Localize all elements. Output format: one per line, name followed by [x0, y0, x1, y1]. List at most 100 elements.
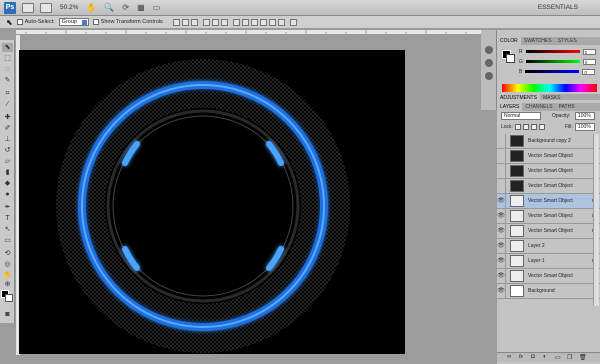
layer-row[interactable]: 👁 Background — [497, 283, 600, 299]
move-tool-icon[interactable]: ⬉ — [2, 43, 13, 52]
align-top-icon[interactable] — [172, 18, 180, 26]
hand-tool-icon[interactable]: ✋ — [86, 3, 96, 12]
quick-mask-icon[interactable]: ◙ — [2, 310, 13, 319]
move-tool-preset-icon[interactable]: ⬉ — [6, 18, 13, 27]
brush-presets-icon[interactable] — [485, 46, 493, 54]
rotate-view-icon[interactable]: ⟳ — [122, 3, 129, 12]
lasso-tool-icon[interactable]: ◌ — [2, 65, 13, 74]
marquee-tool-icon[interactable]: ⬚ — [2, 54, 13, 63]
distribute-vcenter-icon[interactable] — [241, 18, 249, 26]
view-extras-icon[interactable] — [40, 2, 52, 13]
hand-tool-icon[interactable]: ✋ — [2, 271, 13, 280]
brush-tool-icon[interactable]: ✐ — [2, 124, 13, 133]
green-slider[interactable] — [525, 60, 580, 63]
visibility-eye-icon[interactable]: 👁 — [497, 208, 506, 224]
zoom-tool-icon[interactable]: 🔍 — [104, 3, 114, 12]
opacity-field[interactable]: 100% — [575, 112, 595, 120]
tab-swatches[interactable]: SWATCHES — [521, 37, 555, 45]
crop-tool-icon[interactable]: ⌗ — [2, 89, 13, 98]
layer-row[interactable]: 👁Vector Smart Objectfx — [497, 193, 600, 209]
info-icon[interactable] — [485, 72, 493, 80]
visibility-toggle[interactable] — [497, 133, 506, 149]
screen-mode-icon[interactable]: ▭ — [153, 3, 161, 12]
visibility-eye-icon[interactable]: 👁 — [497, 238, 506, 254]
add-style-icon[interactable]: fx — [519, 354, 523, 360]
3d-rotate-icon[interactable]: ⟲ — [2, 249, 13, 258]
shape-tool-icon[interactable]: ▭ — [2, 236, 13, 245]
layer-row[interactable]: Vector Smart Object — [497, 163, 600, 179]
tab-paths[interactable]: PATHS — [556, 103, 578, 111]
align-vcenter-icon[interactable] — [181, 18, 189, 26]
show-transform-checkbox[interactable] — [92, 19, 99, 25]
blue-value-field[interactable]: 0 — [582, 68, 596, 75]
bridge-icon[interactable] — [22, 2, 34, 13]
lock-all-icon[interactable] — [539, 124, 545, 130]
auto-align-icon[interactable] — [289, 18, 297, 26]
layer-row[interactable]: 👁 Layer 2 — [497, 238, 600, 254]
distribute-top-icon[interactable] — [232, 18, 240, 26]
visibility-toggle[interactable] — [497, 148, 506, 164]
align-bottom-icon[interactable] — [190, 18, 198, 26]
color-panel-background[interactable] — [506, 54, 515, 63]
align-right-icon[interactable] — [220, 18, 228, 26]
new-group-icon[interactable]: ▭ — [555, 354, 561, 361]
tab-channels[interactable]: CHANNELS — [522, 103, 555, 111]
quick-select-tool-icon[interactable]: ✎ — [2, 76, 13, 85]
align-hcenter-icon[interactable] — [211, 18, 219, 26]
visibility-eye-icon[interactable]: 👁 — [497, 268, 506, 284]
align-left-icon[interactable] — [202, 18, 210, 26]
lock-position-icon[interactable] — [531, 124, 537, 130]
gradient-tool-icon[interactable]: ▮ — [2, 168, 13, 177]
delete-layer-icon[interactable]: 🗑 — [579, 354, 587, 361]
new-adjustment-icon[interactable]: ◐ — [543, 354, 547, 360]
add-mask-icon[interactable]: ◘ — [531, 354, 535, 360]
clone-stamp-icon[interactable]: ⊥ — [2, 135, 13, 144]
visibility-toggle[interactable] — [497, 178, 506, 194]
path-select-icon[interactable]: ↖ — [2, 225, 13, 234]
eraser-tool-icon[interactable]: ▱ — [2, 157, 13, 166]
zoom-level[interactable]: 50.2% — [60, 4, 78, 11]
auto-select-checkbox[interactable] — [16, 19, 23, 25]
tab-layers[interactable]: LAYERS — [497, 103, 523, 111]
background-color-swatch[interactable] — [5, 294, 13, 302]
blur-tool-icon[interactable]: ◆ — [2, 179, 13, 188]
new-layer-icon[interactable]: ❐ — [567, 354, 572, 361]
type-tool-icon[interactable]: T — [2, 214, 13, 223]
tab-color[interactable]: COLOR — [497, 37, 521, 45]
layer-row[interactable]: 👁Vector Smart Objectfx — [497, 223, 600, 239]
auto-select-dropdown[interactable]: Group — [58, 18, 89, 26]
history-icon[interactable] — [485, 59, 493, 67]
visibility-eye-icon[interactable]: 👁 — [497, 283, 506, 299]
green-value-field[interactable]: 0 — [582, 58, 596, 65]
layer-row[interactable]: Background copy 2 — [497, 133, 600, 149]
red-slider[interactable] — [525, 50, 580, 53]
link-layers-icon[interactable]: ∞ — [507, 354, 511, 360]
distribute-hcenter-icon[interactable] — [268, 18, 276, 26]
tab-styles[interactable]: STYLES — [555, 37, 580, 45]
fill-field[interactable]: 100% — [575, 123, 595, 131]
document-canvas[interactable] — [19, 50, 405, 354]
dodge-tool-icon[interactable]: ● — [2, 190, 13, 199]
distribute-right-icon[interactable] — [277, 18, 285, 26]
visibility-eye-icon[interactable]: 👁 — [497, 253, 506, 269]
zoom-tool-icon[interactable]: ⊕ — [2, 280, 13, 289]
distribute-left-icon[interactable] — [259, 18, 267, 26]
layer-row[interactable]: 👁 Vector Smart Object — [497, 268, 600, 284]
blend-mode-select[interactable]: Normal — [501, 112, 541, 120]
blue-slider[interactable] — [525, 70, 580, 73]
3d-orbit-icon[interactable]: ◎ — [2, 260, 13, 269]
layer-row[interactable]: Vector Smart Object — [497, 148, 600, 164]
visibility-toggle[interactable] — [497, 163, 506, 179]
layers-scrollbar[interactable] — [593, 134, 599, 306]
healing-brush-icon[interactable]: ✚ — [2, 113, 13, 122]
lock-pixels-icon[interactable] — [523, 124, 529, 130]
visibility-eye-icon[interactable]: 👁 — [497, 223, 506, 239]
distribute-bottom-icon[interactable] — [250, 18, 258, 26]
red-value-field[interactable]: 0 — [582, 48, 596, 55]
history-brush-icon[interactable]: ↺ — [2, 146, 13, 155]
layer-row[interactable]: 👁Layer 1fx — [497, 253, 600, 269]
visibility-eye-icon[interactable]: 👁 — [497, 193, 506, 209]
arrange-documents-icon[interactable]: ▦ — [137, 3, 145, 12]
lock-transparent-icon[interactable] — [515, 124, 521, 130]
layer-row[interactable]: Vector Smart Object — [497, 178, 600, 194]
